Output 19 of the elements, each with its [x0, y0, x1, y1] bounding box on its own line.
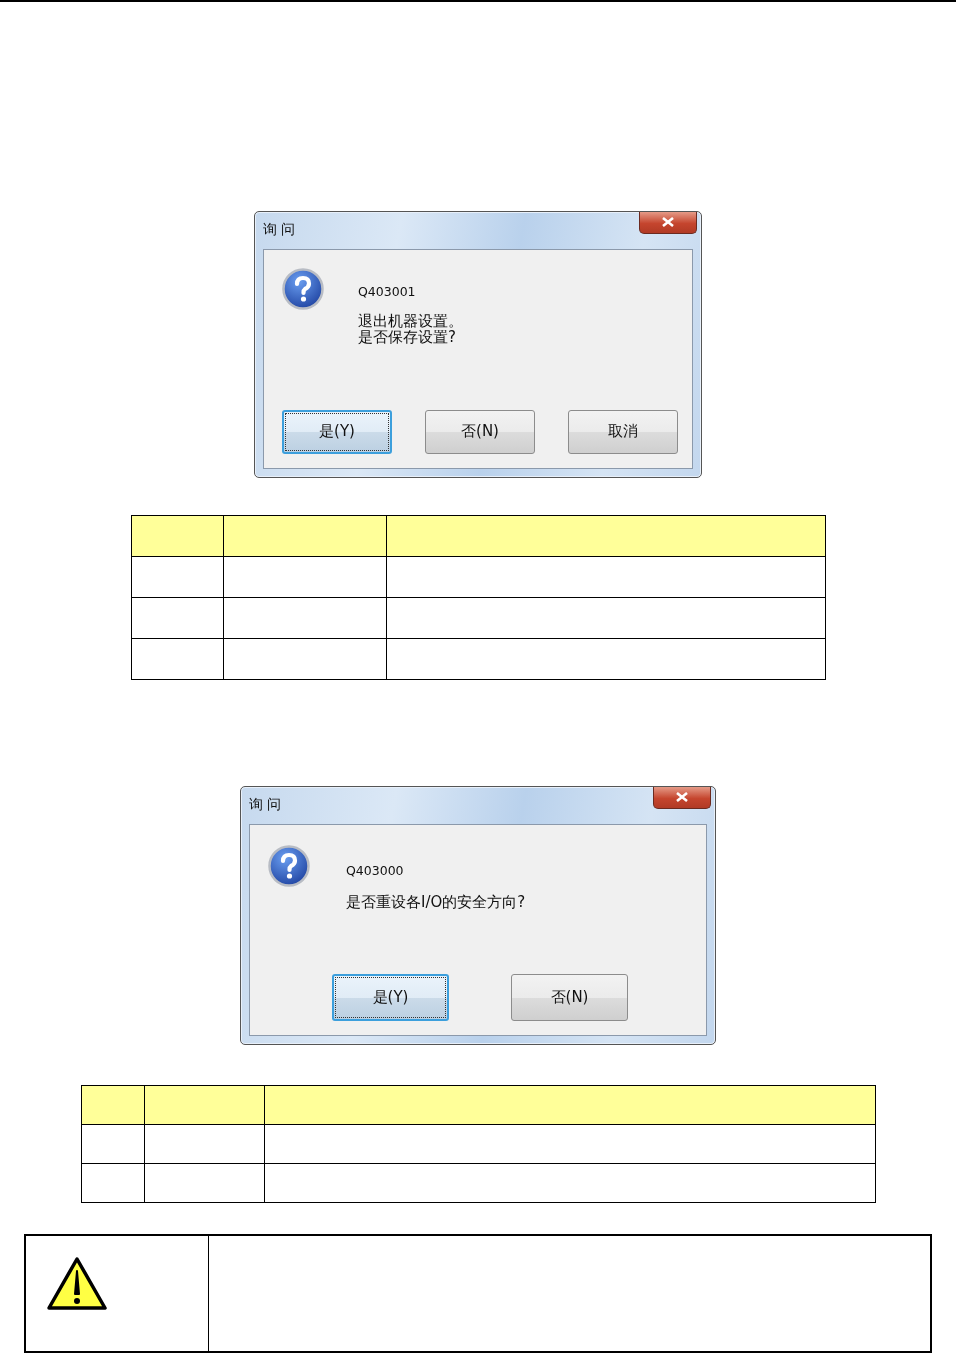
- message-text: 是否保存设置?: [358, 329, 457, 346]
- close-icon: [675, 792, 689, 803]
- close-button[interactable]: [653, 786, 711, 809]
- close-icon: [661, 217, 675, 228]
- message-code: Q403000: [346, 862, 405, 878]
- dialog-button[interactable]: 否(N): [511, 974, 628, 1022]
- window-title: 询 问: [263, 220, 296, 239]
- close-button[interactable]: [639, 211, 697, 234]
- message-text: 是否重设各I/O的安全方向?: [346, 893, 526, 911]
- dialog-button[interactable]: 是(Y): [332, 974, 449, 1022]
- window-title: 询 问: [249, 795, 282, 814]
- question-icon: [268, 844, 310, 887]
- question-icon: [282, 267, 324, 310]
- message-text: 退出机器设置。: [358, 312, 463, 330]
- dialog-button[interactable]: 否(N): [425, 409, 535, 454]
- dialog-button[interactable]: 取消: [568, 409, 678, 454]
- warning-icon: [46, 1256, 108, 1313]
- message-code: Q403001: [358, 283, 417, 299]
- dialog-button[interactable]: 是(Y): [282, 409, 392, 454]
